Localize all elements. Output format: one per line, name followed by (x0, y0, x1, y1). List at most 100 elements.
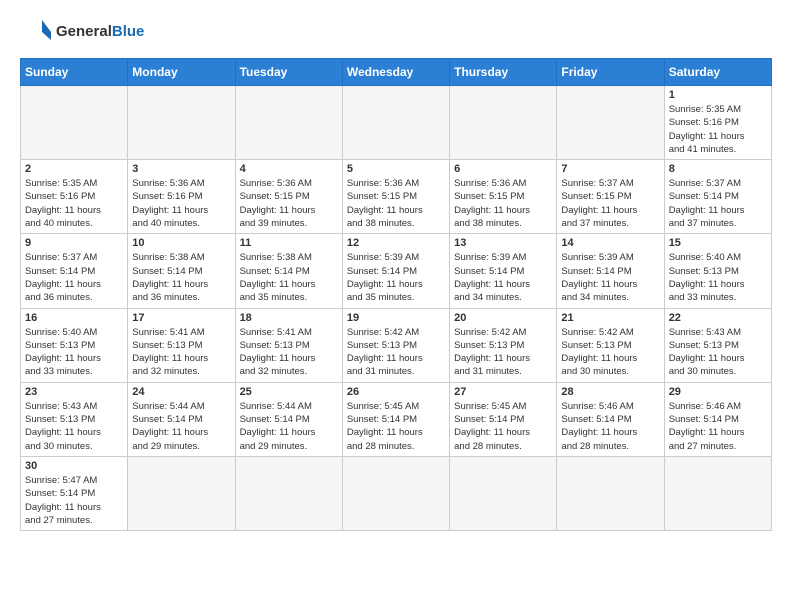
day-info: Sunrise: 5:42 AM Sunset: 5:13 PM Dayligh… (454, 326, 552, 379)
day-number: 19 (347, 312, 445, 324)
day-info: Sunrise: 5:45 AM Sunset: 5:14 PM Dayligh… (347, 400, 445, 453)
calendar-cell: 27Sunrise: 5:45 AM Sunset: 5:14 PM Dayli… (450, 382, 557, 456)
day-info: Sunrise: 5:42 AM Sunset: 5:13 PM Dayligh… (561, 326, 659, 379)
day-number: 18 (240, 312, 338, 324)
calendar-cell: 22Sunrise: 5:43 AM Sunset: 5:13 PM Dayli… (664, 308, 771, 382)
calendar-cell: 23 Sunrise: 5:43 AM Sunset: 5:13 PM Dayli… (21, 382, 128, 456)
calendar-cell (128, 86, 235, 160)
calendar-cell: 28Sunrise: 5:46 AM Sunset: 5:14 PM Dayli… (557, 382, 664, 456)
logo-general: General (56, 23, 112, 40)
day-number: 7 (561, 163, 659, 175)
calendar-table: SundayMondayTuesdayWednesdayThursdayFrid… (20, 58, 772, 531)
calendar-week-row: 9Sunrise: 5:37 AM Sunset: 5:14 PM Daylig… (21, 234, 772, 308)
day-info: Sunrise: 5:35 AM Sunset: 5:16 PM Dayligh… (669, 103, 767, 156)
day-info: Sunrise: 5:39 AM Sunset: 5:14 PM Dayligh… (347, 251, 445, 304)
calendar-cell: 10 Sunrise: 5:38 AM Sunset: 5:14 PM Dayli… (128, 234, 235, 308)
day-info: Sunrise: 5:44 AM Sunset: 5:14 PM Dayligh… (240, 400, 338, 453)
page-header: GeneralBlue (20, 16, 772, 48)
weekday-header-friday: Friday (557, 59, 664, 86)
calendar-cell: 25Sunrise: 5:44 AM Sunset: 5:14 PM Dayli… (235, 382, 342, 456)
calendar-cell: 30Sunrise: 5:47 AM Sunset: 5:14 PM Dayli… (21, 456, 128, 530)
day-number: 22 (669, 312, 767, 324)
day-number: 20 (454, 312, 552, 324)
day-number: 29 (669, 386, 767, 398)
weekday-header-row: SundayMondayTuesdayWednesdayThursdayFrid… (21, 59, 772, 86)
day-number: 4 (240, 163, 338, 175)
weekday-header-saturday: Saturday (664, 59, 771, 86)
day-info: Sunrise: 5:37 AM Sunset: 5:15 PM Dayligh… (561, 177, 659, 230)
day-info: Sunrise: 5:35 AM Sunset: 5:16 PM Dayligh… (25, 177, 123, 230)
calendar-cell: 21 Sunrise: 5:42 AM Sunset: 5:13 PM Dayli… (557, 308, 664, 382)
day-info: Sunrise: 5:41 AM Sunset: 5:13 PM Dayligh… (132, 326, 230, 379)
day-number: 11 (240, 237, 338, 249)
calendar-cell (342, 86, 449, 160)
calendar-cell: 13Sunrise: 5:39 AM Sunset: 5:14 PM Dayli… (450, 234, 557, 308)
calendar-cell: 7 Sunrise: 5:37 AM Sunset: 5:15 PM Daylig… (557, 160, 664, 234)
day-number: 3 (132, 163, 230, 175)
calendar-cell: 17Sunrise: 5:41 AM Sunset: 5:13 PM Dayli… (128, 308, 235, 382)
day-number: 21 (561, 312, 659, 324)
calendar-cell: 18 Sunrise: 5:41 AM Sunset: 5:13 PM Dayli… (235, 308, 342, 382)
calendar-cell (450, 86, 557, 160)
calendar-cell (235, 456, 342, 530)
calendar-cell: 6Sunrise: 5:36 AM Sunset: 5:15 PM Daylig… (450, 160, 557, 234)
day-info: Sunrise: 5:46 AM Sunset: 5:14 PM Dayligh… (669, 400, 767, 453)
weekday-header-tuesday: Tuesday (235, 59, 342, 86)
calendar-cell: 3 Sunrise: 5:36 AM Sunset: 5:16 PM Daylig… (128, 160, 235, 234)
day-info: Sunrise: 5:45 AM Sunset: 5:14 PM Dayligh… (454, 400, 552, 453)
calendar-cell: 4 Sunrise: 5:36 AM Sunset: 5:15 PM Daylig… (235, 160, 342, 234)
calendar-cell: 15 Sunrise: 5:40 AM Sunset: 5:13 PM Dayli… (664, 234, 771, 308)
day-number: 26 (347, 386, 445, 398)
calendar-cell: 26 Sunrise: 5:45 AM Sunset: 5:14 PM Dayli… (342, 382, 449, 456)
day-number: 8 (669, 163, 767, 175)
calendar-week-row: 16 Sunrise: 5:40 AM Sunset: 5:13 PM Dayli… (21, 308, 772, 382)
calendar-cell: 14 Sunrise: 5:39 AM Sunset: 5:14 PM Dayli… (557, 234, 664, 308)
calendar-cell (21, 86, 128, 160)
logo-blue: Blue (112, 23, 145, 40)
weekday-header-monday: Monday (128, 59, 235, 86)
calendar-cell: 1 Sunrise: 5:35 AM Sunset: 5:16 PM Daylig… (664, 86, 771, 160)
calendar-cell: 9Sunrise: 5:37 AM Sunset: 5:14 PM Daylig… (21, 234, 128, 308)
calendar-cell (235, 86, 342, 160)
day-number: 23 (25, 386, 123, 398)
calendar-cell: 19 Sunrise: 5:42 AM Sunset: 5:13 PM Dayli… (342, 308, 449, 382)
day-info: Sunrise: 5:40 AM Sunset: 5:13 PM Dayligh… (669, 251, 767, 304)
calendar-cell (664, 456, 771, 530)
day-info: Sunrise: 5:37 AM Sunset: 5:14 PM Dayligh… (669, 177, 767, 230)
calendar-cell (557, 456, 664, 530)
calendar-cell (342, 456, 449, 530)
calendar-cell: 8 Sunrise: 5:37 AM Sunset: 5:14 PM Daylig… (664, 160, 771, 234)
day-info: Sunrise: 5:46 AM Sunset: 5:14 PM Dayligh… (561, 400, 659, 453)
day-info: Sunrise: 5:36 AM Sunset: 5:15 PM Dayligh… (347, 177, 445, 230)
day-number: 12 (347, 237, 445, 249)
day-number: 16 (25, 312, 123, 324)
calendar-cell: 2Sunrise: 5:35 AM Sunset: 5:16 PM Daylig… (21, 160, 128, 234)
calendar-cell: 29 Sunrise: 5:46 AM Sunset: 5:14 PM Dayli… (664, 382, 771, 456)
day-number: 15 (669, 237, 767, 249)
day-info: Sunrise: 5:41 AM Sunset: 5:13 PM Dayligh… (240, 326, 338, 379)
calendar-cell: 5Sunrise: 5:36 AM Sunset: 5:15 PM Daylig… (342, 160, 449, 234)
day-number: 1 (669, 89, 767, 101)
day-info: Sunrise: 5:37 AM Sunset: 5:14 PM Dayligh… (25, 251, 123, 304)
calendar-cell: 24Sunrise: 5:44 AM Sunset: 5:14 PM Dayli… (128, 382, 235, 456)
day-info: Sunrise: 5:36 AM Sunset: 5:16 PM Dayligh… (132, 177, 230, 230)
day-number: 10 (132, 237, 230, 249)
day-info: Sunrise: 5:38 AM Sunset: 5:14 PM Dayligh… (132, 251, 230, 304)
day-number: 30 (25, 460, 123, 472)
day-number: 24 (132, 386, 230, 398)
logo: GeneralBlue (20, 16, 144, 48)
day-number: 14 (561, 237, 659, 249)
day-info: Sunrise: 5:36 AM Sunset: 5:15 PM Dayligh… (240, 177, 338, 230)
day-info: Sunrise: 5:40 AM Sunset: 5:13 PM Dayligh… (25, 326, 123, 379)
day-number: 6 (454, 163, 552, 175)
calendar-cell (450, 456, 557, 530)
weekday-header-thursday: Thursday (450, 59, 557, 86)
day-info: Sunrise: 5:39 AM Sunset: 5:14 PM Dayligh… (561, 251, 659, 304)
day-info: Sunrise: 5:42 AM Sunset: 5:13 PM Dayligh… (347, 326, 445, 379)
day-info: Sunrise: 5:43 AM Sunset: 5:13 PM Dayligh… (25, 400, 123, 453)
calendar-cell: 12 Sunrise: 5:39 AM Sunset: 5:14 PM Dayli… (342, 234, 449, 308)
calendar-week-row: 2Sunrise: 5:35 AM Sunset: 5:16 PM Daylig… (21, 160, 772, 234)
calendar-cell: 11Sunrise: 5:38 AM Sunset: 5:14 PM Dayli… (235, 234, 342, 308)
weekday-header-sunday: Sunday (21, 59, 128, 86)
day-number: 13 (454, 237, 552, 249)
